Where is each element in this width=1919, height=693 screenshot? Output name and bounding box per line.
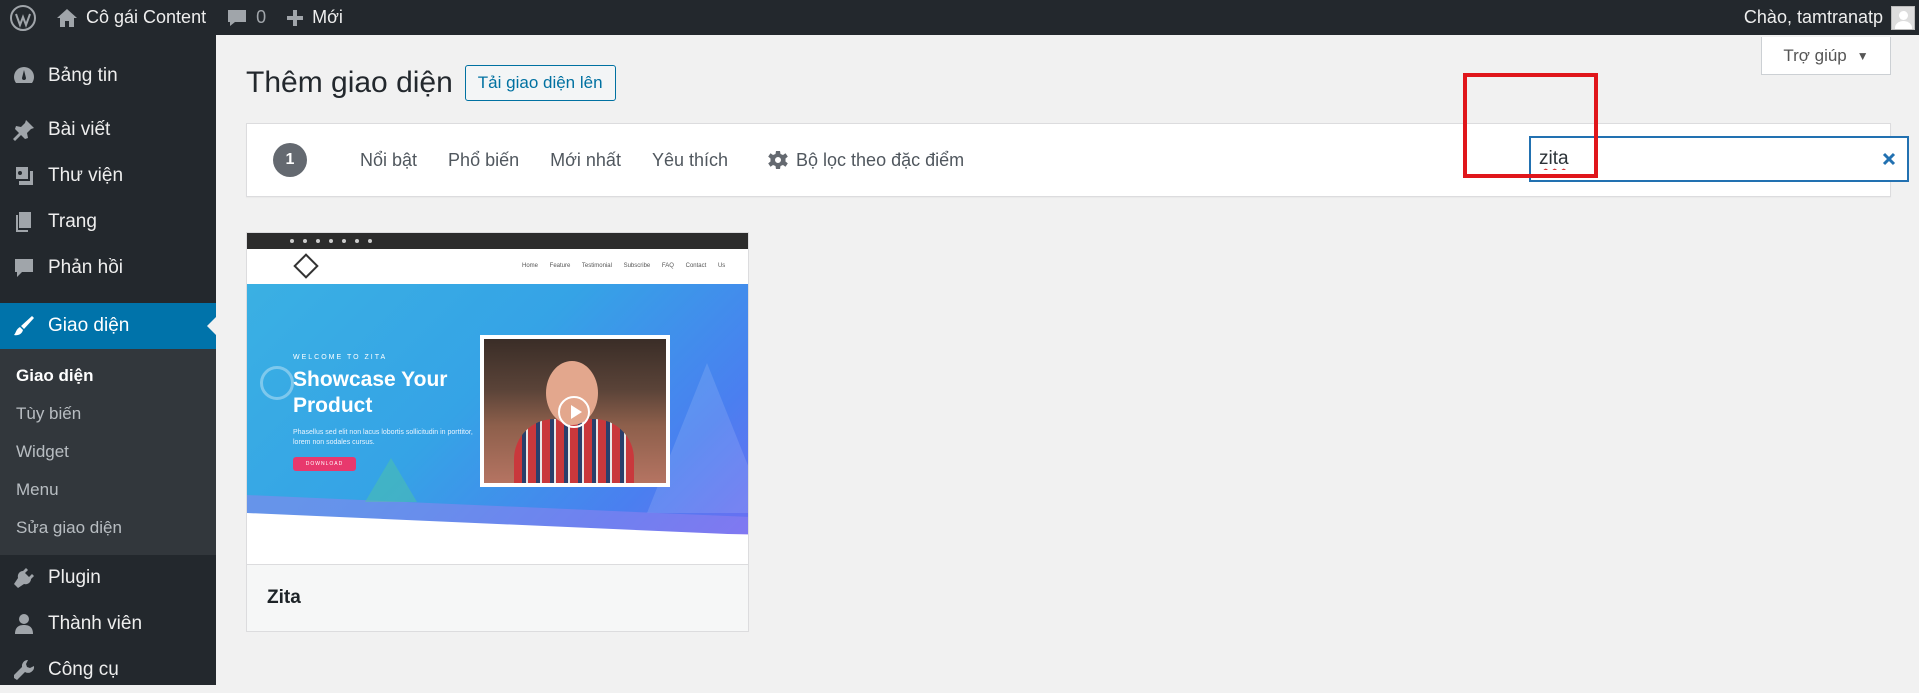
media-icon xyxy=(16,167,33,185)
brush-icon xyxy=(14,316,34,336)
submenu-widgets[interactable]: Widget xyxy=(0,433,216,471)
comment-icon xyxy=(228,9,247,26)
close-icon xyxy=(1882,152,1896,166)
tab-popular[interactable]: Phổ biến xyxy=(448,150,519,171)
pages-icon xyxy=(16,212,31,232)
submenu-themes[interactable]: Giao diện xyxy=(0,357,216,395)
clear-search-button[interactable] xyxy=(1877,147,1901,171)
comments-count: 0 xyxy=(256,7,267,27)
search-box xyxy=(1530,137,1908,181)
menu-label: Công cụ xyxy=(48,659,119,680)
admin-bar: Cô gái Content 0 Mới Chào, tamtranatp xyxy=(0,0,1919,35)
pin-icon xyxy=(13,120,34,141)
menu-label: Bài viết xyxy=(48,119,111,140)
tab-latest[interactable]: Mới nhất xyxy=(550,150,621,171)
page-heading: Thêm giao diện Tải giao diện lên xyxy=(246,65,616,101)
caret-down-icon: ▼ xyxy=(1856,48,1869,63)
theme-search-input[interactable] xyxy=(1531,138,1907,180)
preview-decor-circle xyxy=(260,366,294,400)
menu-users[interactable]: Thành viên xyxy=(0,601,216,647)
preview-decor-triangle xyxy=(365,458,417,502)
preview-social-bar xyxy=(247,233,748,249)
wrench-icon xyxy=(14,659,35,680)
menu-plugins[interactable]: Plugin xyxy=(0,555,216,601)
menu-label: Giao diện xyxy=(48,315,130,336)
play-icon xyxy=(558,396,590,428)
help-button[interactable]: Trợ giúp ▼ xyxy=(1761,37,1891,75)
menu-label: Thư viện xyxy=(48,165,124,186)
upload-theme-button[interactable]: Tải giao diện lên xyxy=(464,65,616,101)
preview-nav: Home Feature Testimonial Subscribe FAQ C… xyxy=(247,249,748,284)
submenu-theme-editor[interactable]: Sửa giao diện xyxy=(0,509,216,547)
submenu-customize[interactable]: Tùy biến xyxy=(0,395,216,433)
theme-name: Zita xyxy=(247,564,748,631)
greeting: Chào, tamtranatp xyxy=(1743,7,1883,27)
feature-filter-label: Bộ lọc theo đặc điểm xyxy=(796,149,965,170)
menu-label: Bảng tin xyxy=(48,65,118,86)
my-account[interactable]: Chào, tamtranatp xyxy=(1743,5,1919,30)
home-icon xyxy=(57,8,77,27)
zita-logo xyxy=(293,253,319,279)
preview-headline: Showcase Your Product xyxy=(293,368,448,417)
menu-pages[interactable]: Trang xyxy=(0,199,216,245)
menu-appearance[interactable]: Giao diện xyxy=(0,303,216,349)
tab-featured[interactable]: Nổi bật xyxy=(360,150,417,171)
preview-video xyxy=(480,335,670,487)
preview-body: Phasellus sed elit non lacus lobortis so… xyxy=(293,429,473,446)
submenu-menus[interactable]: Menu xyxy=(0,471,216,509)
plus-icon xyxy=(287,9,304,26)
site-name-link[interactable]: Cô gái Content xyxy=(46,0,216,35)
site-name: Cô gái Content xyxy=(86,7,207,27)
menu-tools[interactable]: Công cụ xyxy=(0,647,216,693)
menu-posts[interactable]: Bài viết xyxy=(0,107,216,153)
menu-label: Phản hồi xyxy=(48,257,124,278)
comment-icon xyxy=(15,259,33,277)
preview-menu: Home Feature Testimonial Subscribe FAQ C… xyxy=(522,263,726,269)
preview-download-button: DOWNLOAD xyxy=(293,457,356,471)
theme-card-zita[interactable]: Home Feature Testimonial Subscribe FAQ C… xyxy=(246,232,749,632)
menu-media[interactable]: Thư viện xyxy=(0,153,216,199)
menu-label: Plugin xyxy=(48,567,101,588)
menu-label: Trang xyxy=(48,211,97,232)
page-title: Thêm giao diện xyxy=(246,66,453,99)
feature-filter-button[interactable]: Bộ lọc theo đặc điểm xyxy=(768,150,964,171)
theme-screenshot[interactable]: Home Feature Testimonial Subscribe FAQ C… xyxy=(247,233,748,564)
comments-link[interactable]: 0 xyxy=(216,0,276,35)
avatar xyxy=(1891,5,1915,30)
new-label: Mới xyxy=(312,7,343,27)
preview-photo xyxy=(484,339,666,483)
wordpress-icon xyxy=(10,4,36,31)
menu-dashboard[interactable]: Bảng tin xyxy=(0,53,216,99)
admin-sidebar: Bảng tin Bài viết Thư viện Trang Phản hồ… xyxy=(0,35,216,685)
user-icon xyxy=(15,614,33,634)
dashboard-icon xyxy=(14,67,34,83)
theme-count: 1 xyxy=(273,143,307,177)
tab-favorites[interactable]: Yêu thích xyxy=(652,150,728,171)
gear-icon xyxy=(768,151,788,169)
main-content: Trợ giúp ▼ Thêm giao diện Tải giao diện … xyxy=(216,35,1919,685)
wordpress-logo[interactable] xyxy=(0,0,46,35)
help-label: Trợ giúp xyxy=(1783,45,1847,65)
menu-comments[interactable]: Phản hồi xyxy=(0,245,216,291)
preview-shirt xyxy=(514,419,634,483)
new-content-link[interactable]: Mới xyxy=(276,0,353,35)
plugin-icon xyxy=(14,568,34,588)
preview-welcome: WELCOME TO ZITA xyxy=(293,354,388,361)
theme-filter-bar: 1 Nổi bật Phổ biến Mới nhất Yêu thích Bộ… xyxy=(246,123,1908,197)
menu-label: Thành viên xyxy=(48,613,143,634)
appearance-submenu: Giao diện Tùy biến Widget Menu Sửa giao … xyxy=(0,349,216,555)
